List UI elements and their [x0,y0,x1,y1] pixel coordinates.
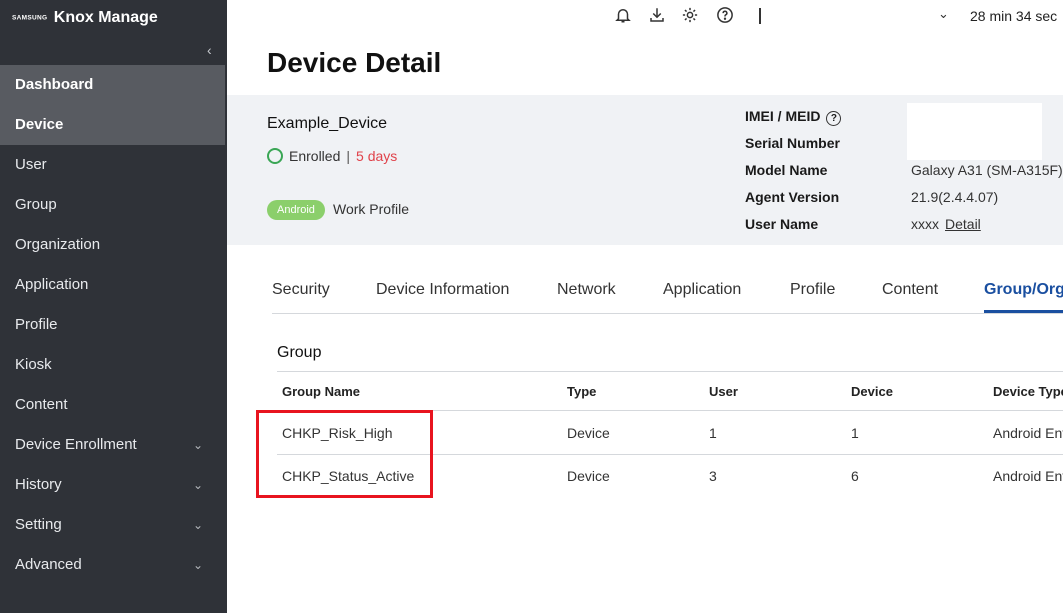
serial-value [911,135,1063,162]
sidebar-item-user[interactable]: User [0,145,225,185]
tab-network[interactable]: Network [557,281,616,299]
column-header-device[interactable]: Device [851,384,893,399]
sidebar-item-dashboard[interactable]: Dashboard [0,65,225,105]
sidebar-item-setting[interactable]: Setting ⌄ [0,505,225,545]
type-cell: Device [567,468,610,484]
sidebar-item-label: Organization [15,236,101,253]
model-value: Galaxy A31 (SM-A315F) [911,162,1063,178]
enrolled-duration: 5 days [356,148,398,164]
user-name-text: xxxx [911,216,939,232]
topbar-divider [759,8,761,24]
device-type-cell: Android Ent [993,468,1063,484]
active-tab-indicator [984,310,1063,313]
agent-version-value: 21.9(2.4.4.07) [911,189,999,205]
model-label: Model Name [745,162,828,178]
enrollment-status: Enrolled | 5 days [267,148,397,164]
column-header-group-name[interactable]: Group Name [282,384,360,399]
help-icon[interactable] [716,6,736,26]
chevron-left-icon[interactable]: ‹ [207,40,212,60]
sidebar-item-label: User [15,156,47,173]
sidebar-item-label: History [15,476,62,493]
status-separator: | [346,148,351,164]
device-info-values: Galaxy A31 (SM-A315F) 21.9(2.4.4.07) xxx… [911,108,1063,243]
tab-security[interactable]: Security [272,281,330,299]
sidebar-item-organization[interactable]: Organization [0,225,225,265]
sidebar-item-label: Profile [15,316,58,333]
device-info-labels: IMEI / MEID? Serial Number Model Name Ag… [745,108,842,243]
chevron-down-icon: ⌄ [192,558,203,572]
sidebar-item-content[interactable]: Content [0,385,225,425]
detail-tabs: Security Device Information Network Appl… [272,270,1063,314]
device-summary-panel: Example_Device Enrolled | 5 days Android W… [227,95,1063,245]
session-timer: 28 min 34 sec [970,8,1058,24]
column-header-device-type[interactable]: Device Type [993,384,1063,399]
sidebar-item-label: Content [15,396,68,413]
sidebar-item-profile[interactable]: Profile [0,305,225,345]
chevron-down-icon: ⌄ [192,478,203,492]
sidebar-item-kiosk[interactable]: Kiosk [0,345,225,385]
sidebar-item-label: Group [15,196,57,213]
imei-value [911,108,1063,135]
page-title: Device Detail [267,47,442,78]
profile-type: Work Profile [333,201,409,217]
imei-label-text: IMEI / MEID [745,108,821,124]
sidebar-item-advanced[interactable]: Advanced ⌄ [0,545,225,585]
sidebar-item-device[interactable]: Device [0,105,225,145]
sidebar-item-label: Device [15,116,64,133]
tab-device-information[interactable]: Device Information [376,281,509,299]
sidebar-item-label: Advanced [15,556,82,573]
gear-icon[interactable] [681,6,701,26]
tab-content[interactable]: Content [882,281,938,299]
sidebar-item-label: Dashboard [15,76,94,93]
chevron-down-icon[interactable]: ⌄ [938,6,949,22]
enrolled-status-icon [267,148,283,164]
agent-label: Agent Version [745,189,840,205]
user-label: User Name [745,216,819,232]
tab-group-organization[interactable]: Group/Orga [984,281,1063,299]
download-icon[interactable] [648,6,668,26]
brand-samsung: SAMSUNG [12,14,48,22]
platform-badge: Android [267,200,325,220]
user-count-cell: 3 [709,468,717,484]
sidebar-item-application[interactable]: Application [0,265,225,305]
device-count-cell: 6 [851,468,859,484]
device-type-cell: Android Ent [993,425,1063,441]
device-count-cell: 1 [851,425,859,441]
group-section-title: Group [277,344,322,361]
tab-profile[interactable]: Profile [790,281,835,299]
user-detail-link[interactable]: Detail [945,216,981,232]
brand-product: Knox Manage [53,9,158,26]
column-header-type[interactable]: Type [567,384,596,399]
device-name: Example_Device [267,115,388,132]
chevron-down-icon: ⌄ [192,438,203,452]
user-count-cell: 1 [709,425,717,441]
chevron-down-icon: ⌄ [192,518,203,532]
serial-label: Serial Number [745,135,840,151]
tab-application[interactable]: Application [663,281,741,299]
sidebar-item-label: Device Enrollment [15,436,137,453]
sidebar-item-group[interactable]: Group [0,185,225,225]
sidebar-item-label: Setting [15,516,62,533]
knox-manage-logo[interactable]: SAMSUNG Knox Manage [12,9,158,27]
type-cell: Device [567,425,610,441]
status-text: Enrolled [289,148,341,164]
sidebar-item-label: Kiosk [15,356,52,373]
sidebar-item-history[interactable]: History ⌄ [0,465,225,505]
table-top-border [277,371,1063,372]
sidebar: SAMSUNG Knox Manage ‹ Dashboard Device U… [0,0,227,613]
user-name-value: xxxx Detail [911,216,1063,243]
imei-label: IMEI / MEID? [745,108,842,135]
highlight-box [256,410,433,498]
sidebar-item-device-enrollment[interactable]: Device Enrollment ⌄ [0,425,225,465]
column-header-user[interactable]: User [709,384,738,399]
help-icon[interactable]: ? [826,111,842,126]
bell-icon[interactable] [614,6,634,26]
sidebar-item-label: Application [15,276,89,293]
